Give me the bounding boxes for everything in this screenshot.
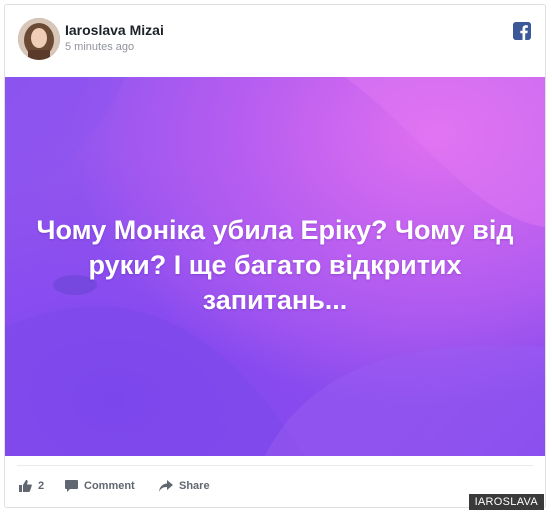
share-label: Share — [179, 480, 210, 492]
post-timestamp[interactable]: 5 minutes ago — [65, 41, 134, 53]
comment-icon — [65, 480, 78, 492]
divider — [17, 465, 533, 466]
share-button[interactable]: Share — [159, 478, 210, 494]
post-text: Чому Моніка убила Еріку? Чому від руки? … — [36, 215, 514, 315]
facebook-post-card: Iaroslava Mizai 5 minutes ago Чому Монік… — [4, 4, 546, 508]
author-name[interactable]: Iaroslava Mizai — [65, 22, 164, 38]
thumbs-up-icon — [19, 480, 32, 492]
avatar[interactable] — [18, 18, 60, 60]
share-icon — [159, 480, 173, 492]
comment-button[interactable]: Comment — [65, 478, 135, 494]
watermark: IAROSLAVA — [468, 494, 544, 510]
like-button[interactable]: 2 — [19, 478, 44, 494]
facebook-icon[interactable] — [513, 22, 531, 40]
post-header: Iaroslava Mizai 5 minutes ago — [5, 5, 545, 79]
like-count: 2 — [38, 480, 45, 492]
comment-label: Comment — [84, 480, 135, 492]
post-actions-bar: 2 Comment Share — [5, 475, 545, 497]
post-background: Чому Моніка убила Еріку? Чому від руки? … — [5, 77, 545, 456]
